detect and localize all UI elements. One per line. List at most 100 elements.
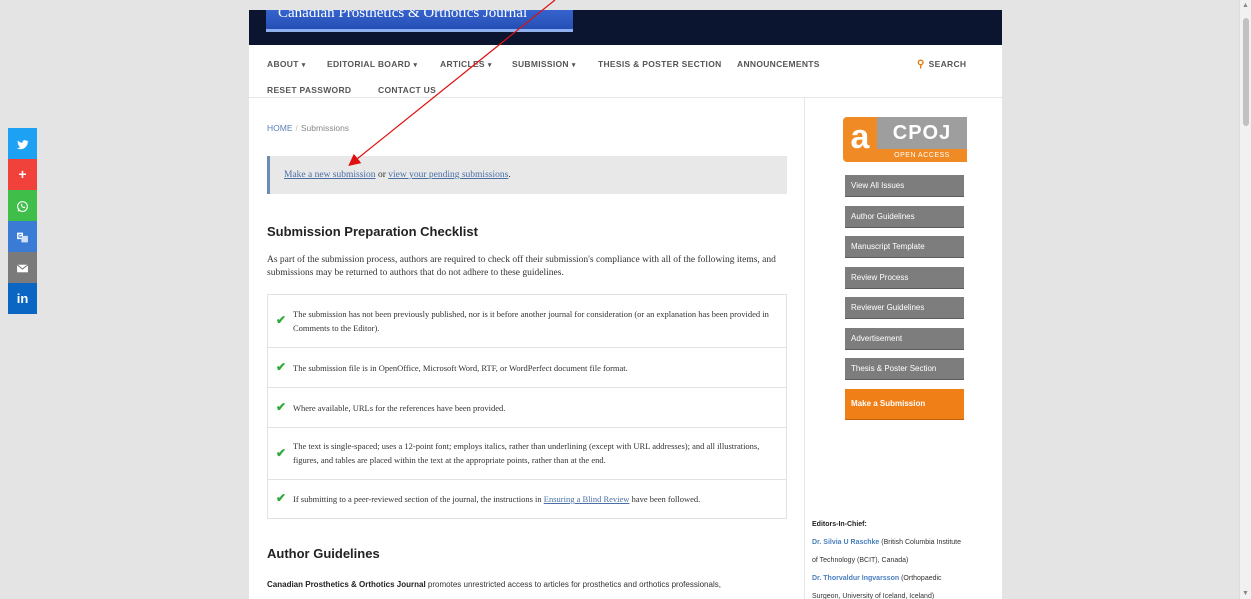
editors-title: Editors-In-Chief:	[812, 516, 982, 534]
caret-down-icon: ▾	[301, 62, 306, 69]
breadcrumb-home[interactable]: HOME	[267, 123, 293, 133]
search-icon: ⚲	[917, 59, 925, 70]
twitter-icon	[16, 139, 29, 150]
notice-or-text: or	[375, 170, 389, 180]
checkmark-icon: ✔	[276, 400, 287, 414]
checklist: ✔ The submission has not been previously…	[267, 294, 787, 519]
breadcrumb-current: Submissions	[300, 123, 350, 133]
nav-articles-label: ARTICLES	[440, 59, 485, 69]
nav-submission-label: SUBMISSION	[512, 59, 569, 69]
cpoj-logo-text: CPOJ	[877, 117, 967, 149]
email-share-button[interactable]	[8, 252, 37, 283]
editor-1-affiliation-a: (British Columbia Institute	[879, 539, 962, 546]
breadcrumb: HOME / Submissions	[267, 123, 349, 133]
email-icon	[16, 264, 29, 273]
submission-notice: Make a new submission or view your pendi…	[267, 156, 787, 194]
twitter-share-button[interactable]	[8, 128, 37, 159]
editors-in-chief: Editors-In-Chief: Dr. Silvia U Raschke (…	[812, 516, 982, 599]
open-access-logo[interactable]: a CPOJ OPEN ACCESS	[843, 117, 967, 162]
reviewer-guidelines-button[interactable]: Reviewer Guidelines	[845, 297, 964, 318]
site-header: Canadian Prosthetics & Orthotics Journal	[249, 10, 1002, 45]
manuscript-template-button[interactable]: Manuscript Template	[845, 236, 964, 257]
advertisement-button[interactable]: Advertisement	[845, 328, 964, 349]
main-content: HOME / Submissions Make a new submission o…	[249, 98, 805, 599]
checklist-item-text: Where available, URLs for the references…	[293, 403, 506, 413]
nav-editorial-board-label: EDITORIAL BOARD	[327, 59, 411, 69]
nav-submission[interactable]: SUBMISSION ▾	[512, 59, 576, 69]
blind-review-link[interactable]: Ensuring a Blind Review	[544, 494, 630, 504]
checklist-item-text: The submission has not been previously p…	[293, 309, 769, 333]
vertical-scrollbar[interactable]: ▲ ▼	[1239, 0, 1251, 599]
checklist-item: ✔ Where available, URLs for the referenc…	[268, 388, 786, 428]
nav-announcements[interactable]: ANNOUNCEMENTS	[737, 59, 820, 69]
translate-icon: G	[17, 232, 28, 243]
nav-contact-us[interactable]: CONTACT US	[378, 85, 436, 95]
main-nav: ABOUT ▾ EDITORIAL BOARD ▾ ARTICLES ▾ SUBMIS…	[249, 45, 1002, 98]
checkmark-icon: ✔	[276, 446, 287, 460]
scroll-up-icon[interactable]: ▲	[1242, 2, 1249, 9]
view-all-issues-button[interactable]: View All Issues	[845, 175, 964, 196]
social-share-bar: + G in	[8, 128, 37, 314]
notice-end-text: .	[508, 170, 511, 180]
editor-2-affiliation-a: (Orthopaedic	[899, 575, 942, 582]
make-new-submission-link[interactable]: Make a new submission	[284, 170, 376, 180]
nav-search[interactable]: ⚲ SEARCH	[917, 59, 966, 70]
editor-2: Dr. Thorvaldur Ingvarsson (Orthopaedic	[812, 570, 982, 588]
review-process-button[interactable]: Review Process	[845, 267, 964, 288]
whatsapp-icon	[17, 200, 28, 212]
breadcrumb-separator: /	[295, 123, 298, 133]
nav-search-label: SEARCH	[928, 59, 967, 69]
caret-down-icon: ▾	[487, 62, 492, 69]
editor-2-name-link[interactable]: Dr. Thorvaldur Ingvarsson	[812, 575, 899, 582]
nav-about[interactable]: ABOUT ▾	[267, 59, 306, 69]
author-guidelines-text: Canadian Prosthetics & Orthotics Journal…	[267, 580, 797, 589]
linkedin-icon: in	[16, 291, 29, 306]
open-access-label: OPEN ACCESS	[877, 149, 967, 162]
caret-down-icon: ▾	[571, 62, 576, 69]
open-access-icon: a	[843, 117, 877, 162]
editor-1: Dr. Silvia U Raschke (British Columbia I…	[812, 534, 982, 552]
pending-submissions-link[interactable]: view your pending submissions	[388, 170, 508, 180]
checklist-item: ✔ The submission has not been previously…	[268, 295, 786, 348]
scroll-down-icon[interactable]: ▼	[1242, 590, 1249, 597]
make-submission-button[interactable]: Make a Submission	[845, 389, 964, 419]
editor-2-affiliation-b: Surgeon, University of Iceland, Iceland)	[812, 593, 935, 599]
checklist-item-text-pre: If submitting to a peer-reviewed section…	[293, 494, 544, 504]
checklist-item: ✔ The submission file is in OpenOffice, …	[268, 348, 786, 388]
svg-text:G: G	[18, 234, 22, 240]
author-guidelines-body: promotes unrestricted access to articles…	[425, 580, 721, 589]
journal-logo[interactable]: Canadian Prosthetics & Orthotics Journal	[266, 10, 573, 32]
checklist-intro: As part of the submission process, autho…	[267, 255, 776, 278]
checklist-item-text: The submission file is in OpenOffice, Mi…	[293, 363, 628, 373]
translate-share-button[interactable]: G	[8, 221, 37, 252]
nav-about-label: ABOUT	[267, 59, 299, 69]
nav-articles[interactable]: ARTICLES ▾	[440, 59, 492, 69]
editor-1-affiliation-b: of Technology (BCIT), Canada)	[812, 557, 909, 564]
checkmark-icon: ✔	[276, 491, 287, 505]
page-container: Canadian Prosthetics & Orthotics Journal…	[249, 10, 1002, 599]
author-guidelines-heading: Author Guidelines	[267, 546, 380, 561]
checklist-item: ✔ The text is single-spaced; uses a 12-p…	[268, 428, 786, 480]
checklist-item: ✔ If submitting to a peer-reviewed secti…	[268, 480, 786, 518]
checkmark-icon: ✔	[276, 360, 287, 374]
editor-1-name-link[interactable]: Dr. Silvia U Raschke	[812, 539, 879, 546]
checkmark-icon: ✔	[276, 313, 287, 327]
checklist-item-text: If submitting to a peer-reviewed section…	[293, 492, 773, 506]
editors-title-text: Editors-In-Chief:	[812, 521, 867, 528]
sidebar: a CPOJ OPEN ACCESS View All Issues Autho…	[806, 98, 1002, 599]
whatsapp-share-button[interactable]	[8, 190, 37, 221]
scrollbar-thumb[interactable]	[1243, 18, 1249, 126]
nav-reset-password[interactable]: RESET PASSWORD	[267, 85, 351, 95]
checklist-heading: Submission Preparation Checklist	[267, 224, 478, 239]
nav-thesis[interactable]: THESIS & POSTER SECTION	[598, 59, 722, 69]
thesis-poster-button[interactable]: Thesis & Poster Section	[845, 358, 964, 379]
journal-name: Canadian Prosthetics & Orthotics Journal	[267, 580, 426, 589]
caret-down-icon: ▾	[413, 62, 418, 69]
checklist-item-text-post: have been followed.	[629, 494, 701, 504]
more-share-button[interactable]: +	[8, 159, 37, 190]
plus-icon: +	[18, 166, 27, 182]
author-guidelines-button[interactable]: Author Guidelines	[845, 206, 964, 227]
checklist-item-text: The text is single-spaced; uses a 12-poi…	[293, 441, 760, 465]
linkedin-share-button[interactable]: in	[8, 283, 37, 314]
nav-editorial-board[interactable]: EDITORIAL BOARD ▾	[327, 59, 417, 69]
